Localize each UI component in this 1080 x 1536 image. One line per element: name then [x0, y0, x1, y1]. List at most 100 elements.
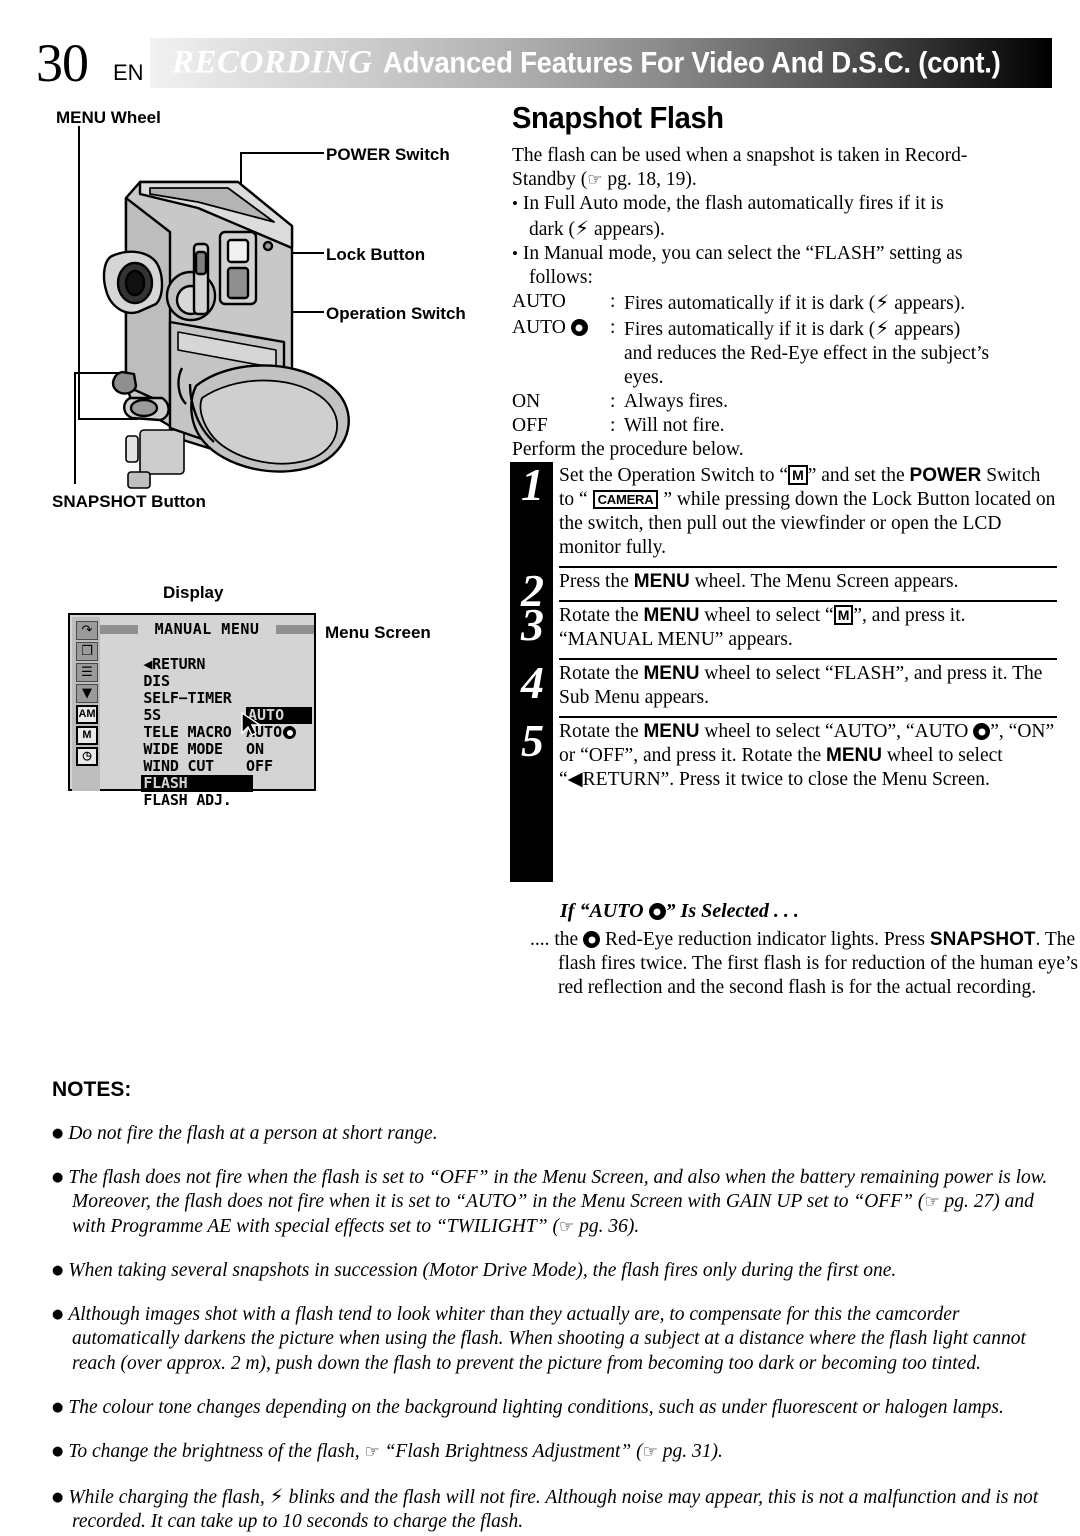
step-body-2: Press the MENU wheel. The Menu Screen ap…: [559, 568, 1057, 600]
note1-text-4: pg. 36).: [574, 1215, 640, 1237]
step3-bold-1: MENU: [643, 605, 700, 626]
flash-bolt-icon-3: ⚡: [875, 316, 890, 340]
mode-desc-redeye-pre: Fires automatically if it is dark (: [624, 319, 876, 340]
step1-text-0: Set the Operation Switch to “: [559, 465, 789, 486]
note-bullet-icon: ●: [52, 1443, 64, 1459]
red-eye-icon: [583, 931, 601, 948]
callout-menu-wheel: MENU Wheel: [56, 108, 161, 127]
menu-item-flash-adj[interactable]: FLASH ADJ.: [106, 775, 234, 809]
step-3: 3 Rotate the MENU wheel to select “M”, an…: [510, 599, 1057, 658]
mode-colon-3: :: [610, 415, 616, 436]
menu-item-5s[interactable]: 5S: [106, 690, 163, 724]
bullet-full-auto-line2-suffix: appears).: [589, 219, 665, 240]
step5-bold-5: MENU: [826, 745, 882, 766]
menu-title-row: MANUAL MENU: [100, 620, 314, 639]
note0-text-0: Do not fire the flash at a person at sho…: [68, 1122, 438, 1144]
step-4: 4 Rotate the MENU wheel to select “FLASH”…: [510, 657, 1057, 716]
system-icon[interactable]: ▼: [76, 684, 98, 703]
menu-item-flash[interactable]: FLASH: [106, 758, 254, 792]
note3-text-0: Although images shot with a flash tend t…: [68, 1303, 1026, 1374]
steps-list: 1 Set the Operation Switch to “M” and set…: [510, 460, 1057, 798]
menu-item-self-timer[interactable]: SELF−TIMER: [106, 673, 234, 707]
mode-desc-auto: Fires automatically if it is dark (⚡ app…: [624, 290, 989, 316]
page-language-code: EN: [113, 60, 144, 85]
mode-desc-auto-post: appears).: [889, 293, 966, 314]
step2-text-0: Press the: [559, 571, 634, 592]
step5-text-2: wheel to select “AUTO”, “AUTO: [699, 721, 974, 742]
step-body-4: Rotate the MENU wheel to select “FLASH”,…: [559, 660, 1057, 716]
clock-icon[interactable]: ◷: [76, 747, 98, 766]
note-bullet-icon: ●: [52, 1399, 64, 1415]
step-number-3: 3: [521, 599, 544, 650]
note-bullet-icon: ●: [52, 1169, 64, 1185]
step-1: 1 Set the Operation Switch to “M” and set…: [510, 460, 1057, 566]
note-item: ● When taking several snapshots in succes…: [52, 1259, 1052, 1284]
manual-mode-icon[interactable]: M: [76, 726, 98, 745]
bullet-manual-text: In Manual mode, you can select the “FLAS…: [522, 243, 963, 264]
menu-item-return[interactable]: ◀RETURN: [106, 639, 207, 673]
mode-desc-off: Will not fire.: [624, 415, 725, 436]
header-subtitle: Advanced Features For Video And D.S.C. (…: [382, 46, 1001, 80]
notes-section: NOTES: ● Do not fire the flash at a perso…: [52, 1078, 1052, 1536]
mode-desc-auto-pre: Fires automatically if it is dark (: [624, 293, 876, 314]
if-auto-heading: If “AUTO ” Is Selected . . .: [560, 900, 1060, 923]
ifauto-text-0: .... the: [530, 929, 584, 950]
step1-text-2: ” and set the: [807, 465, 910, 486]
menu-item-tele-macro[interactable]: TELE MACRO: [106, 707, 234, 741]
note-item: ● To change the brightness of the flash, …: [52, 1440, 1052, 1465]
step2-bold-1: MENU: [633, 571, 690, 592]
ifauto-text-2: Red-Eye reduction indicator lights. Pres…: [600, 929, 930, 950]
note1-text-0: The flash does not fire when the flash i…: [68, 1166, 1048, 1213]
step-5: 5 Rotate the MENU wheel to select “AUTO”,…: [510, 716, 1057, 798]
flash-bolt-icon: ⚡: [269, 1483, 284, 1508]
menu-title: MANUAL MENU: [154, 620, 260, 638]
step-body-1: Set the Operation Switch to “M” and set …: [559, 462, 1057, 566]
mode-key-on: ON: [512, 391, 541, 412]
camera-mode-icon-badge: CAMERA: [592, 490, 659, 509]
step5-bold-1: MENU: [643, 721, 700, 742]
return-arrow-icon[interactable]: ↷: [76, 621, 98, 640]
menu-item-dis[interactable]: DIS: [106, 656, 172, 690]
step4-text-0: Rotate the: [559, 663, 644, 684]
menu-item-wide-mode[interactable]: WIDE MODE: [106, 724, 225, 758]
if-auto-body: .... the Red-Eye reduction indicator lig…: [530, 928, 1080, 1000]
note-bullet-icon: ●: [52, 1489, 64, 1505]
menu-value-wind-cut[interactable]: ON: [246, 741, 264, 758]
menu-value-flash[interactable]: OFF: [246, 758, 273, 775]
main-content-column: Snapshot Flash The flash can be used whe…: [512, 100, 1057, 462]
mode-key-auto-redeye-text: AUTO: [512, 317, 566, 338]
if-auto-heading-post: ” Is Selected . . .: [665, 900, 799, 922]
perform-procedure-text: Perform the procedure below.: [512, 439, 744, 460]
flash-mode-table: AUTO : Fires automatically if it is dark…: [512, 290, 989, 438]
bullet-dot-icon: •: [512, 194, 518, 213]
note6-text-0: While charging the flash,: [68, 1486, 270, 1508]
note2-text-0: When taking several snapshots in success…: [68, 1259, 897, 1281]
step5-text-0: Rotate the: [559, 721, 644, 742]
camera-setup-icon[interactable]: ☰: [76, 663, 98, 682]
intro-line-2: Standby (☞ pg. 18, 19).: [512, 168, 1057, 192]
note-item: ● While charging the flash, ⚡ blinks and …: [52, 1484, 1052, 1535]
note-item: ● The colour tone changes depending on th…: [52, 1396, 1052, 1421]
mode-desc-on: Always fires.: [624, 391, 728, 412]
red-eye-icon: [283, 726, 297, 739]
menu-screen: ↷ ❐ ☰ ▼ AM M ◷ MANUAL MENU ◀RETURN DIS S…: [68, 613, 316, 809]
copy-icon[interactable]: ❐: [76, 642, 98, 661]
header-banner-text: RECORDING Advanced Features For Video And…: [172, 45, 1052, 82]
page-header: 30 EN RECORDING Advanced Features For Vid…: [0, 33, 1080, 93]
mode-desc-redeye-line3: eyes.: [624, 367, 664, 388]
bullet-full-auto-line2: dark (⚡ appears).: [512, 216, 1057, 242]
step-number-4: 4: [521, 657, 544, 708]
menu-item-wind-cut[interactable]: WIND CUT: [106, 741, 216, 775]
table-row: ON : Always fires.: [512, 390, 989, 414]
note5-text-2: “Flash Brightness Adjustment” (: [379, 1440, 643, 1462]
note5-text-4: pg. 31).: [657, 1440, 723, 1462]
intro-line-2-suffix: pg. 18, 19).: [602, 169, 697, 190]
bullet-dot-icon-2: •: [512, 244, 518, 263]
section-heading: Snapshot Flash: [512, 100, 724, 135]
if-auto-heading-pre: If “AUTO: [560, 900, 649, 922]
auto-manual-icon[interactable]: AM: [76, 705, 98, 724]
mode-desc-redeye-post: appears): [889, 319, 961, 340]
cursor-pointer-icon: [241, 711, 263, 736]
notes-title: NOTES:: [52, 1078, 132, 1101]
mode-key-auto: AUTO: [512, 291, 566, 312]
